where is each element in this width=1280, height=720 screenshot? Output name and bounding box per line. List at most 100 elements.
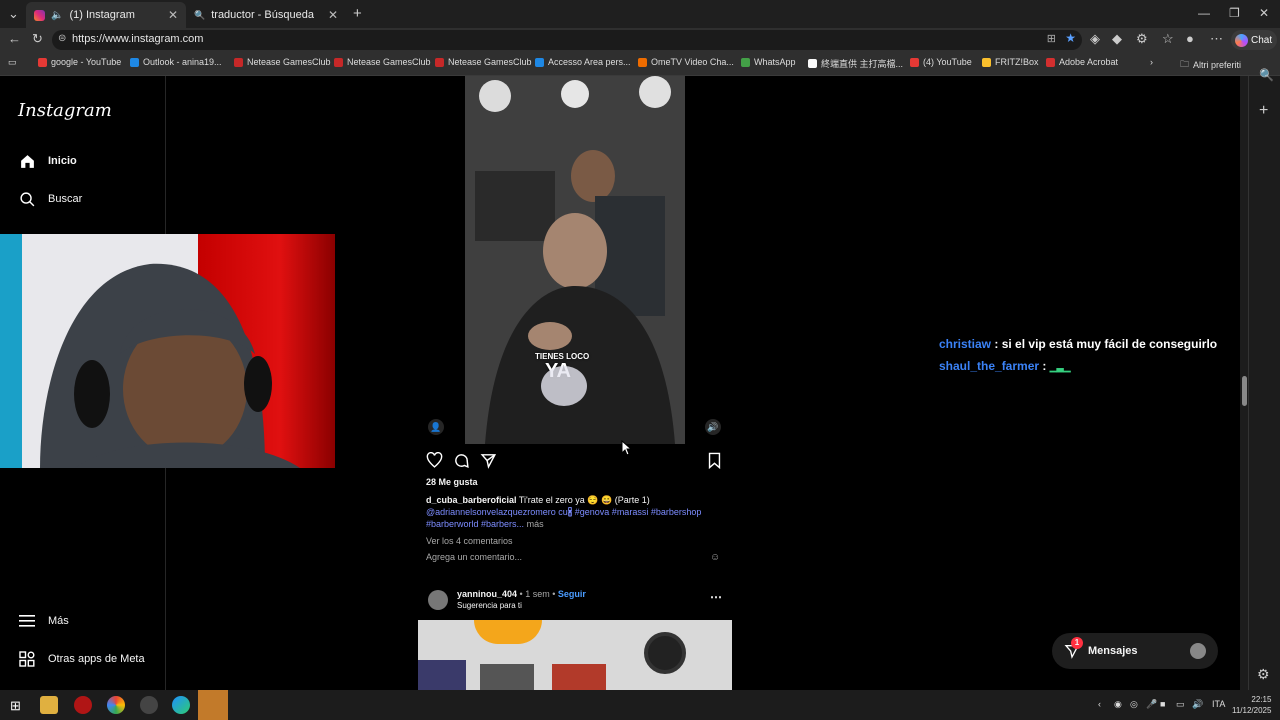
edge-icon[interactable] bbox=[172, 696, 190, 714]
back-icon[interactable]: ← bbox=[8, 31, 21, 46]
tab-list-icon[interactable]: ⌄ bbox=[8, 6, 19, 22]
nav-item-inicio[interactable]: Inicio bbox=[18, 152, 77, 170]
instagram-favicon-icon bbox=[34, 9, 45, 21]
extensions-icon[interactable]: ⚙ bbox=[1136, 31, 1148, 47]
bookmark-favicon-icon bbox=[535, 57, 544, 67]
reload-icon[interactable]: ↻ bbox=[32, 31, 43, 47]
language-indicator[interactable]: ITA bbox=[1212, 699, 1225, 709]
bookmarks-overflow-icon[interactable]: › bbox=[1150, 57, 1153, 67]
messages-button[interactable]: 1 Mensajes bbox=[1052, 633, 1218, 669]
tab-title: (1) Instagram bbox=[69, 9, 135, 21]
comment-icon[interactable] bbox=[453, 452, 470, 474]
bookmark-item[interactable]: Accesso Area pers... bbox=[535, 57, 631, 67]
bookmark-item[interactable]: (4) YouTube bbox=[910, 57, 972, 67]
clock[interactable]: 22:15 11/12/2025 bbox=[1232, 694, 1271, 716]
nav-item-buscar[interactable]: Buscar bbox=[18, 190, 82, 208]
mouse-cursor-icon bbox=[621, 440, 631, 456]
bookmark-item[interactable]: Outlook - anina19... bbox=[130, 57, 222, 67]
likes-count[interactable]: 28 Me gusta bbox=[426, 477, 478, 487]
extension-icon[interactable]: ◈ bbox=[1090, 31, 1100, 47]
bookmark-item[interactable]: Netease GamesClub bbox=[435, 57, 532, 67]
menu-icon bbox=[18, 612, 36, 630]
instagram-logo[interactable]: Instagram bbox=[18, 100, 112, 121]
frame-image bbox=[418, 660, 466, 690]
follow-button[interactable]: Seguir bbox=[558, 589, 586, 599]
speaker-icon[interactable]: 🔈 bbox=[51, 10, 63, 21]
bookmark-favicon-icon bbox=[741, 57, 750, 67]
tray-overflow-icon[interactable]: ‹ bbox=[1098, 699, 1101, 709]
share-icon[interactable] bbox=[480, 452, 497, 474]
avatar[interactable] bbox=[428, 590, 448, 610]
close-tab-icon[interactable]: ✕ bbox=[168, 8, 178, 22]
next-post-image[interactable] bbox=[418, 620, 732, 690]
microphone-icon[interactable]: 🎤 bbox=[1146, 699, 1157, 710]
search-icon[interactable]: 🔍 bbox=[1259, 68, 1274, 82]
chrome-icon[interactable] bbox=[107, 696, 125, 714]
network-icon[interactable]: ▭ bbox=[1176, 699, 1185, 710]
bookmark-item[interactable]: OmeTV Video Cha... bbox=[638, 57, 734, 67]
bookmark-item[interactable]: Netease GamesClub bbox=[234, 57, 331, 67]
save-icon[interactable] bbox=[707, 452, 722, 474]
close-tab-icon[interactable]: ✕ bbox=[328, 8, 338, 22]
chat-username: shaul_the_farmer bbox=[939, 359, 1040, 373]
more-menu-icon[interactable]: ⋯ bbox=[1210, 31, 1223, 47]
windows-start-icon[interactable]: ⊞ bbox=[10, 698, 21, 714]
extension-icon[interactable]: ◆ bbox=[1112, 31, 1122, 47]
minimize-icon[interactable]: — bbox=[1198, 6, 1210, 20]
app-icon[interactable] bbox=[74, 696, 92, 714]
profile-icon[interactable]: ● bbox=[1186, 31, 1194, 46]
tray-icon[interactable]: ■ bbox=[1160, 699, 1165, 709]
emoji-icon[interactable]: ☺ bbox=[710, 552, 720, 563]
site-info-icon[interactable]: ⊜ bbox=[58, 33, 66, 44]
emote-icon: ▁▃▁ bbox=[1049, 362, 1071, 372]
page-scrollbar[interactable] bbox=[1240, 76, 1248, 690]
avatar bbox=[1190, 643, 1206, 659]
copilot-chat-button[interactable]: Chat bbox=[1231, 30, 1277, 50]
frame-image bbox=[552, 664, 606, 690]
tagged-user-icon[interactable]: 👤 bbox=[428, 419, 444, 435]
mention-link[interactable]: @adriannelsonvelazquezromero bbox=[426, 507, 556, 517]
restore-icon[interactable]: ❐ bbox=[1229, 6, 1240, 20]
scrollbar-thumb[interactable] bbox=[1242, 376, 1247, 406]
chat-username: christiaw bbox=[939, 337, 992, 351]
lamp-image bbox=[474, 620, 542, 644]
bookmark-item[interactable]: Netease GamesClub bbox=[334, 57, 431, 67]
nav-item-mas[interactable]: Más bbox=[18, 612, 69, 630]
add-comment-input[interactable]: Agrega un comentario... ☺ bbox=[426, 552, 726, 563]
hashtags[interactable]: cu🖁 #genova #marassi #barbershop bbox=[558, 507, 701, 517]
more-link[interactable]: más bbox=[527, 519, 544, 529]
tab-instagram[interactable]: 🔈 (1) Instagram ✕ bbox=[26, 2, 186, 28]
settings-icon[interactable]: ⚙ bbox=[1257, 666, 1270, 683]
favorite-star-icon[interactable]: ★ bbox=[1065, 31, 1076, 45]
url-input[interactable]: ⊜ https://www.instagram.com ⊞ ★ bbox=[52, 30, 1082, 50]
file-explorer-icon[interactable] bbox=[40, 696, 58, 714]
volume-icon[interactable]: 🔊 bbox=[1192, 699, 1203, 710]
other-favorites[interactable]: 🗀 Altri preferiti bbox=[1180, 57, 1241, 73]
more-options-icon[interactable]: ⋯ bbox=[710, 590, 722, 604]
next-post-username[interactable]: yanninou_404 bbox=[457, 589, 517, 599]
like-icon[interactable] bbox=[426, 451, 443, 474]
bookmark-item[interactable]: google - YouTube bbox=[38, 57, 121, 67]
bookmark-item[interactable]: Adobe Acrobat bbox=[1046, 57, 1118, 67]
sidebar-toggle-icon[interactable]: ▭ bbox=[8, 57, 17, 68]
app-icon[interactable] bbox=[140, 696, 158, 714]
webcam-person-image bbox=[40, 263, 300, 468]
close-window-icon[interactable]: ✕ bbox=[1259, 6, 1269, 20]
nav-item-meta-apps[interactable]: Otras apps de Meta bbox=[18, 650, 145, 668]
bookmark-item[interactable]: FRITZ!Box bbox=[982, 57, 1039, 67]
favorites-icon[interactable]: ☆ bbox=[1162, 31, 1174, 47]
view-comments-link[interactable]: Ver los 4 comentarios bbox=[426, 536, 513, 546]
tray-icon[interactable]: ◎ bbox=[1130, 699, 1138, 710]
obs-app-icon[interactable] bbox=[198, 690, 228, 720]
tab-traductor[interactable]: 🔍 traductor - Búsqueda ✕ bbox=[186, 2, 346, 28]
bookmark-item[interactable]: 終端直供 主打高檔... bbox=[808, 57, 903, 70]
volume-icon[interactable]: 🔊 bbox=[705, 419, 721, 435]
hashtags[interactable]: #barberworld #barbers... bbox=[426, 519, 524, 529]
new-tab-icon[interactable]: + bbox=[353, 5, 362, 22]
post-author[interactable]: d_cuba_barberoficial bbox=[426, 495, 517, 505]
tray-icon[interactable]: ◉ bbox=[1114, 699, 1122, 710]
bookmark-item[interactable]: WhatsApp bbox=[741, 57, 796, 67]
post-video[interactable]: TIENES LOCO YA 👤 🔊 bbox=[418, 76, 732, 444]
add-icon[interactable]: + bbox=[1259, 102, 1268, 120]
apps-grid-icon[interactable]: ⊞ bbox=[1047, 32, 1056, 45]
